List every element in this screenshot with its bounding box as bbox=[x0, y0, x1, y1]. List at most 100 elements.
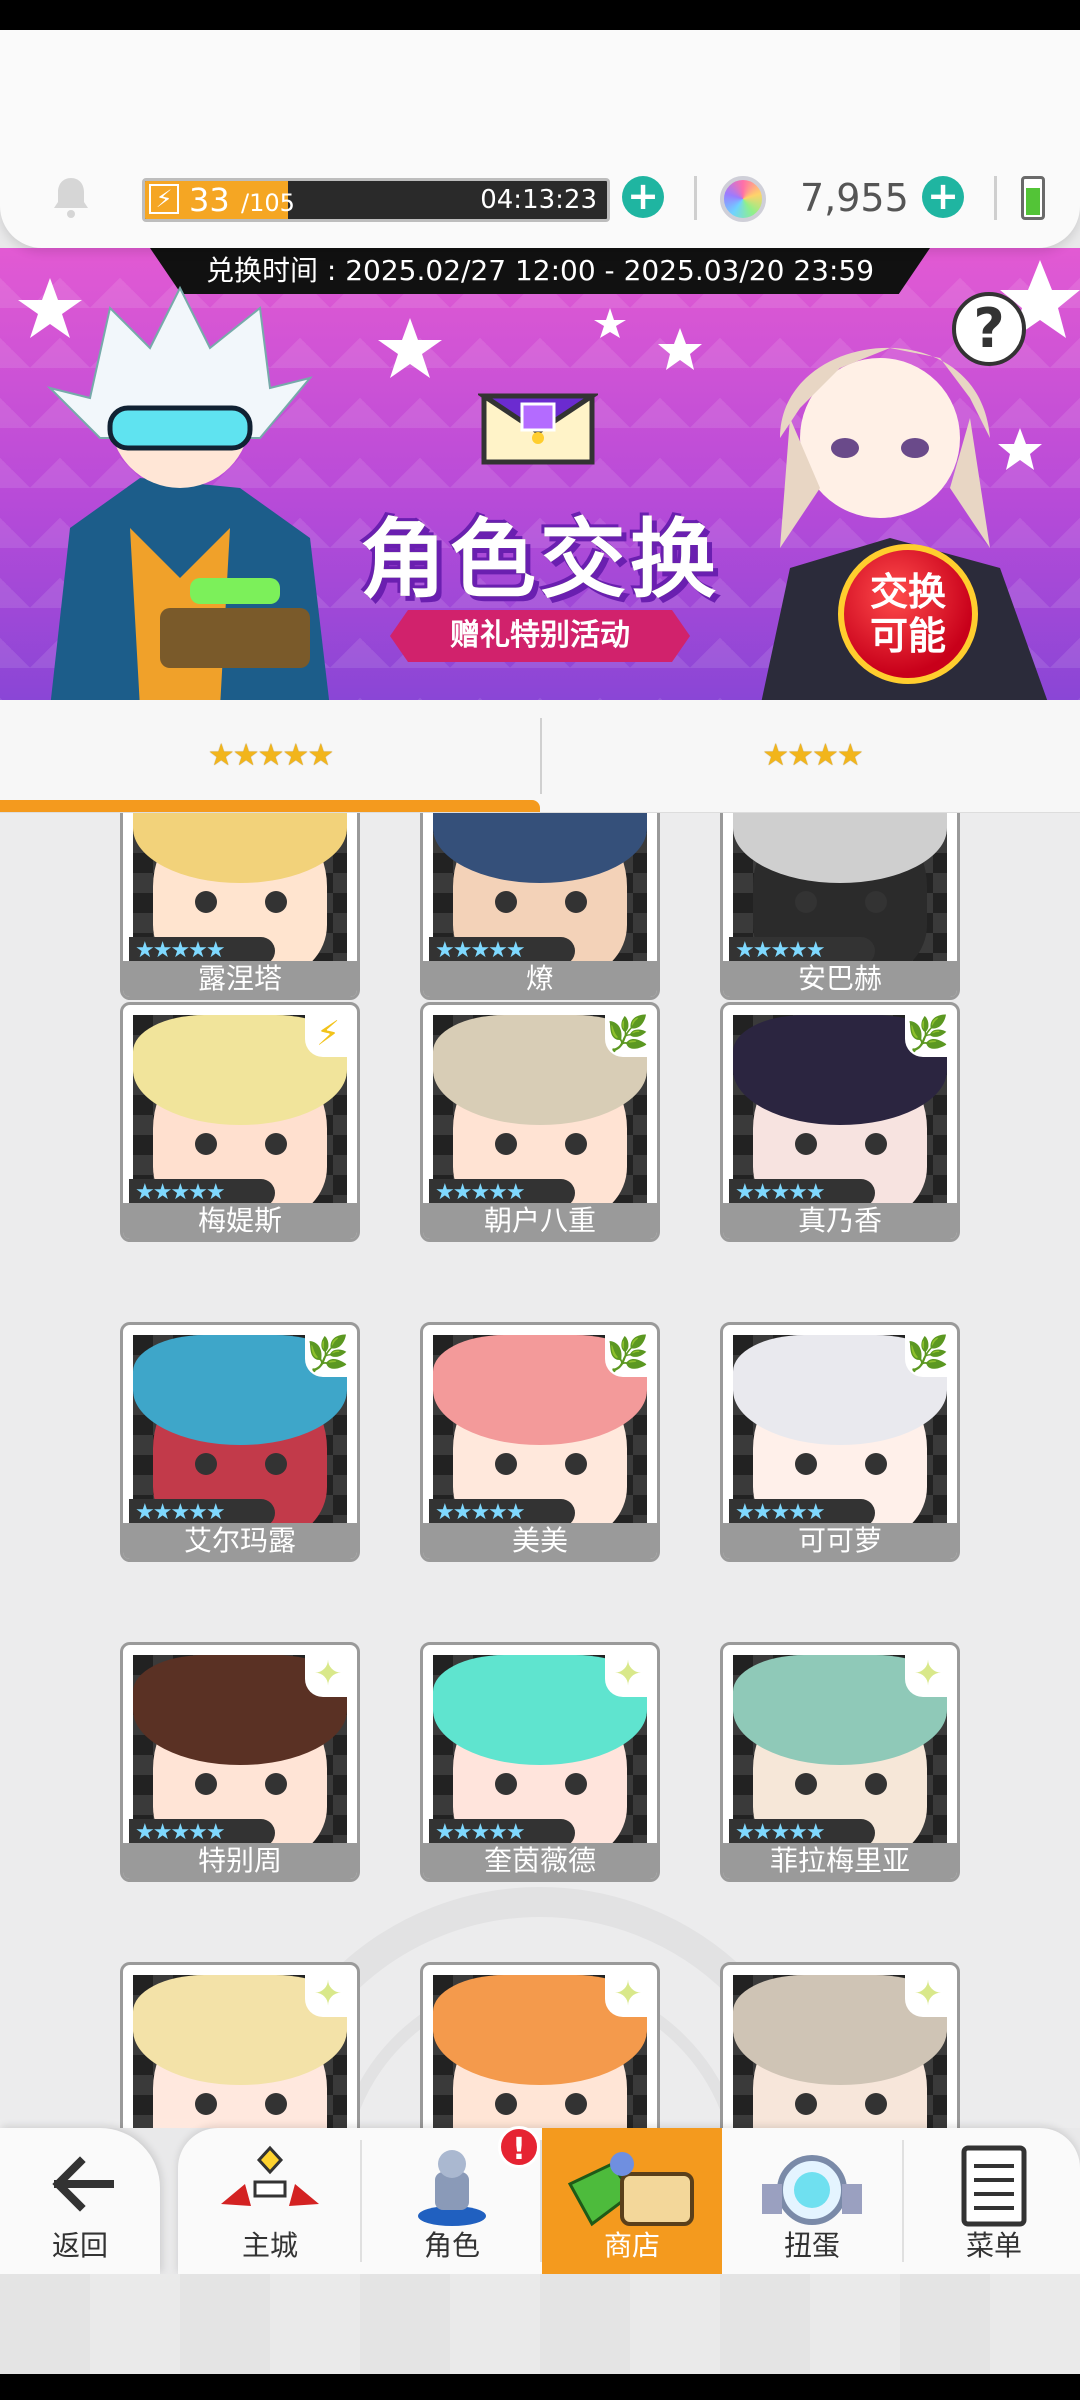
character-name: 艾尔玛露 bbox=[123, 1523, 357, 1559]
rarity-tabs: ★★★★★ ★★★★ bbox=[0, 700, 1080, 813]
castle-icon bbox=[221, 2145, 319, 2206]
nav-menu[interactable]: 菜单 bbox=[904, 2128, 1080, 2274]
resource-bar: ⚡ 33 /105 04:13:23 + 7,955 + bbox=[0, 30, 1080, 248]
stamina-current: 33 bbox=[189, 181, 230, 219]
tab-selected-indicator bbox=[0, 800, 540, 812]
tab-label: ★★★★ bbox=[762, 738, 864, 773]
portrait-eye bbox=[265, 1133, 287, 1155]
character-notification-badge: ! bbox=[498, 2126, 540, 2168]
portrait-eye bbox=[795, 1453, 817, 1475]
character-card[interactable]: ✦ bbox=[420, 1962, 660, 2128]
element-attribute-icon: ✦ bbox=[605, 1971, 651, 2017]
nav-gacha[interactable]: 扭蛋 bbox=[722, 2128, 902, 2274]
nav-main-city[interactable]: 主城 bbox=[180, 2128, 360, 2274]
portrait-eye bbox=[195, 2093, 217, 2115]
menu-icon bbox=[961, 2145, 1027, 2227]
portrait-eye bbox=[795, 1773, 817, 1795]
element-attribute-icon: ✦ bbox=[305, 1651, 351, 1697]
portrait-eye bbox=[195, 1453, 217, 1475]
element-attribute-icon: ✦ bbox=[605, 1651, 651, 1697]
character-card[interactable]: 🌿 ★★★★★ 美美 bbox=[420, 1322, 660, 1562]
character-name: 特别周 bbox=[123, 1843, 357, 1879]
portrait-eye bbox=[795, 891, 817, 913]
character-card[interactable]: 🌿 ★★★★★ 朝户八重 bbox=[420, 1002, 660, 1242]
portrait-eye bbox=[195, 891, 217, 913]
character-name: 美美 bbox=[423, 1523, 657, 1559]
element-attribute-icon: 🌿 bbox=[305, 1331, 351, 1377]
portrait-eye bbox=[865, 891, 887, 913]
portrait-eye bbox=[265, 891, 287, 913]
character-card[interactable]: ✦ ★★★★★ 菲拉梅里亚 bbox=[720, 1642, 960, 1882]
portrait-eye bbox=[565, 1773, 587, 1795]
character-name: 菲拉梅里亚 bbox=[723, 1843, 957, 1879]
character-card[interactable]: ★★★★★ 露涅塔 bbox=[120, 812, 360, 1000]
character-card[interactable]: 🌿 ★★★★★ 真乃香 bbox=[720, 1002, 960, 1242]
nav-label: 商店 bbox=[603, 2229, 660, 2262]
gem-count: 7,955 bbox=[800, 176, 909, 220]
stamina-bar: ⚡ 33 /105 04:13:23 bbox=[142, 178, 610, 222]
bell-icon[interactable] bbox=[46, 172, 96, 222]
battery-icon bbox=[1021, 176, 1045, 220]
event-banner[interactable]: 兑换时间 : 2025.02/27 12:00 - 2025.03/20 23:… bbox=[0, 248, 1080, 700]
character-card[interactable]: ✦ bbox=[720, 1962, 960, 2128]
portrait-eye bbox=[795, 1133, 817, 1155]
character-grid: ★★★★★ 露涅塔 ★★★★★ 燎 ★★★★★ 安巴赫 ⚡ ★★★★★ 梅媞斯 🌿 ★★★★★ 朝户八… bbox=[0, 812, 1080, 2128]
portrait-eye bbox=[495, 2093, 517, 2115]
portrait-eye bbox=[795, 2093, 817, 2115]
portrait-eye bbox=[265, 2093, 287, 2115]
character-name: 真乃香 bbox=[723, 1203, 957, 1239]
arrow-left-icon bbox=[52, 2156, 114, 2212]
stamina-max: /105 bbox=[241, 189, 295, 217]
portrait-eye bbox=[865, 2093, 887, 2115]
portrait-eye bbox=[495, 1453, 517, 1475]
portrait-eye bbox=[565, 2093, 587, 2115]
character-art-left bbox=[46, 285, 330, 700]
back-label: 返回 bbox=[51, 2229, 108, 2262]
portrait-eye bbox=[865, 1773, 887, 1795]
tab-four-star[interactable]: ★★★★ bbox=[542, 700, 1080, 812]
bottom-nav: 返回 主城 角色 商店 扭蛋 菜单 bbox=[0, 2128, 1080, 2274]
character-card[interactable]: ★★★★★ 燎 bbox=[420, 812, 660, 1000]
portrait-eye bbox=[265, 1453, 287, 1475]
portrait-eye bbox=[565, 891, 587, 913]
character-card[interactable]: ✦ ★★★★★ 奎茵薇德 bbox=[420, 1642, 660, 1882]
add-stamina-button[interactable]: + bbox=[622, 176, 664, 218]
character-card[interactable]: ✦ bbox=[120, 1962, 360, 2128]
character-card[interactable]: 🌿 ★★★★★ 可可萝 bbox=[720, 1322, 960, 1562]
nav-shop[interactable]: 商店 bbox=[542, 2128, 722, 2274]
gem-icon bbox=[720, 176, 766, 222]
character-card[interactable]: ⚡ ★★★★★ 梅媞斯 bbox=[120, 1002, 360, 1242]
character-card[interactable]: 🌿 ★★★★★ 艾尔玛露 bbox=[120, 1322, 360, 1562]
element-attribute-icon: 🌿 bbox=[605, 1331, 651, 1377]
character-name: 露涅塔 bbox=[123, 961, 357, 997]
character-card[interactable]: ✦ ★★★★★ 特别周 bbox=[120, 1642, 360, 1882]
portrait-eye bbox=[865, 1453, 887, 1475]
stamina-timer: 04:13:23 bbox=[480, 185, 597, 215]
nav-label: 菜单 bbox=[965, 2229, 1022, 2262]
tab-five-star[interactable]: ★★★★★ bbox=[0, 700, 540, 812]
back-button[interactable]: 返回 bbox=[0, 2128, 160, 2274]
nav-label: 扭蛋 bbox=[783, 2229, 840, 2262]
help-button[interactable]: ? bbox=[952, 292, 1026, 366]
portrait-eye bbox=[495, 891, 517, 913]
character-name: 可可萝 bbox=[723, 1523, 957, 1559]
portrait-eye bbox=[495, 1773, 517, 1795]
status-bar bbox=[0, 0, 1080, 30]
portrait-eye bbox=[195, 1133, 217, 1155]
portrait-eye bbox=[495, 1133, 517, 1155]
character-name: 朝户八重 bbox=[423, 1203, 657, 1239]
divider bbox=[694, 176, 697, 220]
system-bottom-bar bbox=[0, 2374, 1080, 2400]
tab-label: ★★★★★ bbox=[207, 738, 334, 773]
exchange-available-badge: 交换可能 bbox=[838, 544, 978, 684]
character-card[interactable]: ★★★★★ 安巴赫 bbox=[720, 812, 960, 1000]
character-name: 燎 bbox=[423, 961, 657, 997]
add-gems-button[interactable]: + bbox=[922, 176, 964, 218]
gacha-icon bbox=[762, 2155, 862, 2225]
portrait-eye bbox=[865, 1133, 887, 1155]
character-name: 奎茵薇德 bbox=[423, 1843, 657, 1879]
banner-title: 角色交换 bbox=[360, 510, 720, 610]
character-name: 安巴赫 bbox=[723, 961, 957, 997]
gesture-area bbox=[0, 2274, 1080, 2374]
divider bbox=[994, 176, 997, 220]
